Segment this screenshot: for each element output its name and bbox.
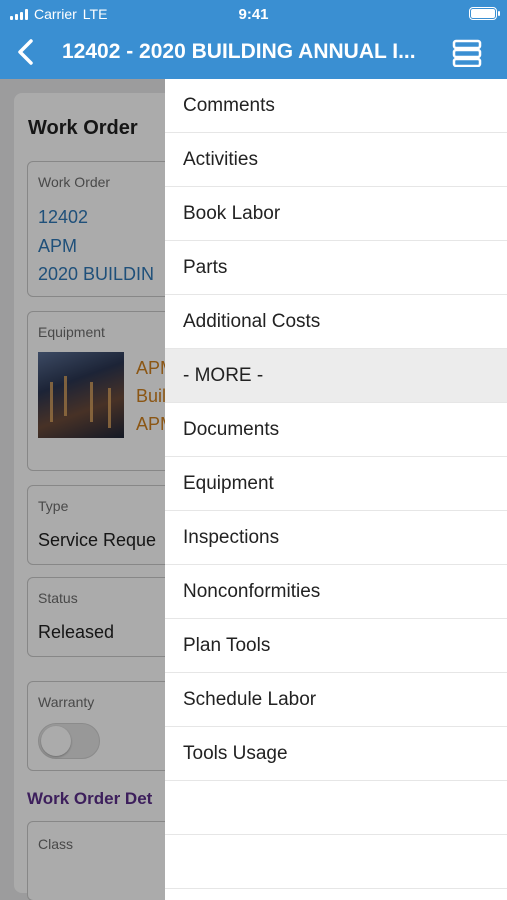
menu-item-label: Activities <box>183 149 258 170</box>
menu-item-nonconformities[interactable]: Nonconformities <box>165 565 507 619</box>
menu-item-schedule-labor[interactable]: Schedule Labor <box>165 673 507 727</box>
menu-item-inspections[interactable]: Inspections <box>165 511 507 565</box>
menu-item-comments[interactable]: Comments <box>165 79 507 133</box>
menu-item-label: Plan Tools <box>183 635 271 656</box>
menu-item-empty <box>165 781 507 835</box>
page-title: 12402 - 2020 BUILDING ANNUAL I... <box>62 40 416 63</box>
menu-item-label: Equipment <box>183 473 274 494</box>
menu-item-tools-usage[interactable]: Tools Usage <box>165 727 507 781</box>
menu-item-label: Documents <box>183 419 280 440</box>
menu-item-activities[interactable]: Activities <box>165 133 507 187</box>
battery-icon <box>469 7 500 20</box>
menu-item-more[interactable]: - MORE - <box>165 349 507 403</box>
menu-item-label: - MORE - <box>183 365 264 386</box>
menu-item-label: Nonconformities <box>183 581 321 602</box>
nav-bar: 12402 - 2020 BUILDING ANNUAL I... <box>0 28 507 79</box>
menu-item-book-labor[interactable]: Book Labor <box>165 187 507 241</box>
stack-menu-icon[interactable] <box>452 39 482 67</box>
menu-item-plan-tools[interactable]: Plan Tools <box>165 619 507 673</box>
status-bar: Carrier LTE 9:41 <box>0 0 507 28</box>
menu-item-empty <box>165 835 507 889</box>
menu-item-label: Parts <box>183 257 228 278</box>
clock: 9:41 <box>238 6 269 23</box>
menu-item-label: Inspections <box>183 527 280 548</box>
menu-item-label: Additional Costs <box>183 311 321 332</box>
menu-item-label: Comments <box>183 95 275 116</box>
actions-menu: Comments Activities Book Labor Parts Add… <box>165 79 507 900</box>
chevron-left-icon[interactable] <box>12 36 40 68</box>
menu-item-label: Tools Usage <box>183 743 288 764</box>
menu-item-label: Schedule Labor <box>183 689 317 710</box>
dim-overlay[interactable] <box>0 79 165 900</box>
menu-item-documents[interactable]: Documents <box>165 403 507 457</box>
menu-item-label: Book Labor <box>183 203 281 224</box>
menu-item-equipment[interactable]: Equipment <box>165 457 507 511</box>
menu-item-additional-costs[interactable]: Additional Costs <box>165 295 507 349</box>
menu-item-parts[interactable]: Parts <box>165 241 507 295</box>
app-header: Carrier LTE 9:41 12402 - 2020 BUILDING A… <box>0 0 507 79</box>
